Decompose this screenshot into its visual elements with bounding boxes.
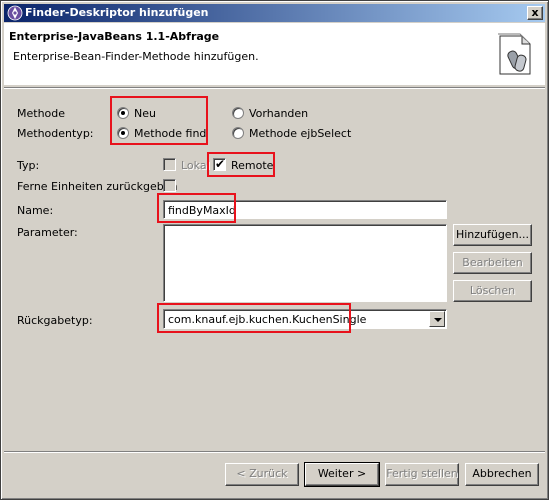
window-title: Finder-Deskriptor hinzufügen: [25, 6, 209, 19]
checkbox-lokal[interactable]: [163, 158, 176, 171]
methode-label: Methode: [17, 107, 66, 120]
header-title: Enterprise-JavaBeans 1.1-Abfrage: [9, 30, 220, 43]
methodentyp-label: Methodentyp:: [17, 127, 94, 140]
highlight-name: [157, 193, 236, 223]
radio-vorhanden[interactable]: [232, 107, 244, 119]
checkbox-lokal-label: Lokal: [181, 159, 210, 172]
title-bar[interactable]: Finder-Deskriptor hinzufügen x: [4, 4, 545, 22]
add-parameter-button[interactable]: Hinzufügen...: [453, 224, 532, 246]
wizard-header: Enterprise-JavaBeans 1.1-Abfrage Enterpr…: [4, 23, 545, 85]
highlight-remote: [207, 152, 275, 177]
rueckgabetyp-label: Rückgabetyp:: [17, 314, 93, 327]
checkbox-ferne-einheiten[interactable]: [163, 179, 176, 192]
parameter-list[interactable]: [163, 224, 447, 302]
radio-vorhanden-label[interactable]: Vorhanden: [249, 107, 308, 120]
document-bean-icon: [498, 33, 531, 75]
finish-button[interactable]: Fertig stellen: [385, 463, 459, 486]
highlight-rueckgabetyp: [157, 303, 351, 333]
radio-methode-ejbselect-label[interactable]: Methode ejbSelect: [249, 127, 351, 140]
parameter-label: Parameter:: [17, 226, 78, 239]
eclipse-icon: [7, 5, 23, 21]
delete-parameter-button[interactable]: Löschen: [453, 280, 532, 302]
name-label: Name:: [17, 204, 54, 217]
edit-parameter-button[interactable]: Bearbeiten: [453, 252, 532, 274]
chevron-down-icon[interactable]: [429, 311, 445, 327]
footer-separator: [4, 451, 545, 453]
header-description: Enterprise-Bean-Finder-Methode hinzufüge…: [13, 50, 259, 63]
header-separator: [4, 87, 545, 89]
radio-methode-ejbselect[interactable]: [232, 127, 244, 139]
back-button[interactable]: < Zurück: [225, 463, 299, 486]
next-button[interactable]: Weiter >: [304, 462, 380, 487]
typ-label: Typ:: [17, 159, 40, 172]
dialog-window: Finder-Deskriptor hinzufügen x Enterpris…: [0, 0, 549, 500]
highlight-methode: [110, 96, 208, 145]
ferne-einheiten-label: Ferne Einheiten zurückgeben: [17, 180, 178, 193]
cancel-button[interactable]: Abbrechen: [465, 463, 539, 486]
close-button[interactable]: x: [527, 6, 543, 20]
